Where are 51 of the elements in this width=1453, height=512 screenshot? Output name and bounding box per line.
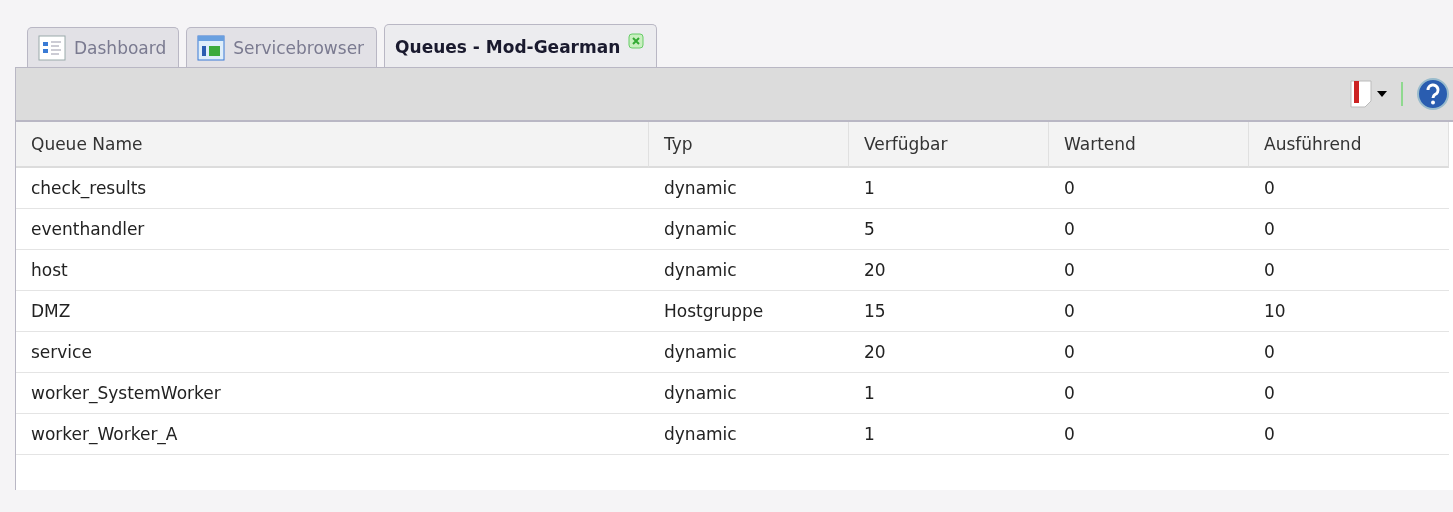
- close-icon[interactable]: [628, 33, 645, 49]
- table-cell: worker_Worker_A: [16, 414, 649, 455]
- table-cell: 5: [849, 209, 1049, 250]
- column-header[interactable]: Typ: [649, 122, 849, 168]
- table-cell: 15: [849, 291, 1049, 332]
- table-cell: 0: [1049, 168, 1249, 209]
- column-header[interactable]: Wartend: [1049, 122, 1249, 168]
- table-cell: 0: [1249, 332, 1449, 373]
- table-cell: dynamic: [649, 414, 849, 455]
- table-cell: 1: [849, 373, 1049, 414]
- table-cell: dynamic: [649, 250, 849, 291]
- table-cell: service: [16, 332, 649, 373]
- tab-label: Dashboard: [74, 37, 167, 58]
- table-cell: 0: [1049, 332, 1249, 373]
- column-header[interactable]: Verfügbar: [849, 122, 1049, 168]
- table-cell: host: [16, 250, 649, 291]
- table-cell: DMZ: [16, 291, 649, 332]
- table-cell: eventhandler: [16, 209, 649, 250]
- tab-label: Servicebrowser: [233, 37, 365, 58]
- table-cell: 0: [1049, 414, 1249, 455]
- table-cell: 10: [1249, 291, 1449, 332]
- table-cell: 0: [1249, 250, 1449, 291]
- table-cell: 1: [849, 414, 1049, 455]
- column-header[interactable]: Ausführend: [1249, 122, 1449, 168]
- table-cell: check_results: [16, 168, 649, 209]
- table-cell: worker_SystemWorker: [16, 373, 649, 414]
- table-cell: Hostgruppe: [649, 291, 849, 332]
- tab[interactable]: Queues - Mod-Gearman: [384, 24, 658, 68]
- table-cell: 0: [1049, 291, 1249, 332]
- document-icon: [1349, 79, 1373, 109]
- table-cell: dynamic: [649, 332, 849, 373]
- column-header[interactable]: Queue Name: [16, 122, 649, 168]
- table-cell: 0: [1049, 209, 1249, 250]
- table-cell: dynamic: [649, 168, 849, 209]
- table-cell: 0: [1249, 414, 1449, 455]
- table-cell: 0: [1249, 209, 1449, 250]
- help-button[interactable]: [1417, 78, 1449, 110]
- table-cell: 0: [1249, 168, 1449, 209]
- table-cell: 0: [1049, 373, 1249, 414]
- tab-label: Queues - Mod-Gearman: [395, 36, 621, 57]
- window-icon: [197, 34, 226, 61]
- table-cell: dynamic: [649, 209, 849, 250]
- table-cell: 20: [849, 332, 1049, 373]
- table-cell: 0: [1249, 373, 1449, 414]
- table-cell: dynamic: [649, 373, 849, 414]
- table-cell: 20: [849, 250, 1049, 291]
- export-button[interactable]: [1349, 79, 1387, 109]
- caret-icon: [1377, 91, 1387, 97]
- list-icon: [38, 34, 66, 61]
- table-cell: 1: [849, 168, 1049, 209]
- table-cell: 0: [1049, 250, 1249, 291]
